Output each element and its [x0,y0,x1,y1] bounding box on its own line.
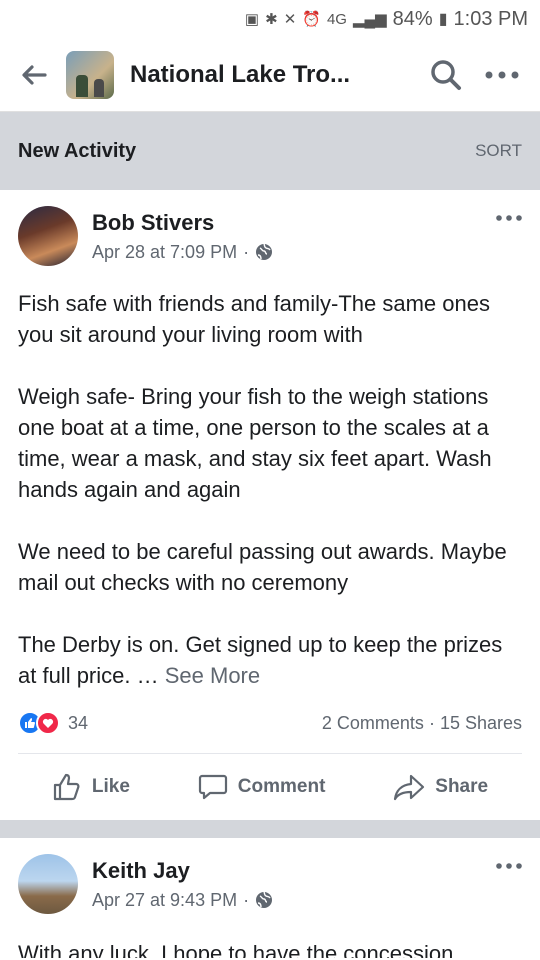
bluetooth-icon: ✱ [265,11,278,28]
sort-button[interactable]: SORT [475,141,522,161]
post-header: Keith Jay Apr 27 at 9:43 PM · [18,854,522,914]
post-actions: Like Comment Share [18,754,522,820]
thumbs-up-icon [53,773,80,801]
post-options-button[interactable] [496,856,522,874]
more-horizontal-icon [485,71,519,78]
group-title[interactable]: National Lake Tro... [130,61,410,89]
more-options-button[interactable] [482,55,522,95]
reaction-bar: 34 2 Comments · 15 Shares [18,711,522,754]
engagement-summary: 2 Comments · 15 Shares [322,713,522,734]
battery-icon: ▮ [438,11,448,28]
like-label: Like [91,776,130,797]
avatar[interactable] [18,854,78,914]
reaction-summary[interactable]: 34 [18,711,88,735]
post-timestamp[interactable]: Apr 28 at 7:09 PM [92,242,237,263]
post-timestamp[interactable]: Apr 27 at 9:43 PM [92,890,237,911]
more-horizontal-icon [496,215,522,221]
share-arrow-icon [394,774,425,801]
share-label: Share [435,776,489,797]
post-paragraph: Weigh safe- Bring your fish to the weigh… [18,384,492,502]
comment-button[interactable]: Comment [198,773,326,801]
globe-icon [256,243,273,260]
post-paragraph-last: The Derby is on. Get signed up to keep t… [18,629,522,691]
share-button[interactable]: Share [393,773,488,801]
status-bar: ▣ ✱ ✕ ⏰ 4G ▂▄▆ 84% ▮ 1:03 PM [0,0,540,38]
battery-percent: 84% [392,7,433,30]
see-more-link[interactable]: See More [165,663,260,688]
separator-dot: · [428,712,440,733]
app-bar: National Lake Tro... [0,38,540,112]
shares-count[interactable]: 15 Shares [440,713,522,733]
post-paragraph: The Derby is on. Get signed up to keep t… [18,632,503,688]
mute-icon: ✕ [283,11,297,28]
arrow-left-icon [22,64,47,85]
like-button[interactable]: Like [52,772,130,802]
group-thumbnail[interactable] [66,50,114,99]
comment-label: Comment [237,776,326,797]
post-header: Bob Stivers Apr 28 at 7:09 PM · [18,206,522,266]
section-title: New Activity [18,139,137,162]
post-paragraph: Fish safe with friends and family-The sa… [18,291,490,347]
status-icons: ▣ ✱ ✕ ⏰ 4G ▂▄▆ [244,10,387,29]
search-icon [431,59,461,90]
clock: 1:03 PM [453,7,528,30]
post-paragraph: We need to be careful passing out awards… [18,539,507,595]
post-text: Fish safe with friends and family-The sa… [18,288,522,691]
post-text-preview: With any luck, I hope to have the conces… [18,941,454,958]
new-activity-header: New Activity SORT [0,112,540,190]
search-button[interactable] [426,55,466,95]
reaction-count: 34 [68,712,89,733]
post-author[interactable]: Keith Jay [92,858,273,884]
post-divider [0,820,540,838]
globe-icon [256,891,273,908]
more-horizontal-icon [496,863,522,869]
notification-icon: ▣ [244,11,260,28]
post-card: Keith Jay Apr 27 at 9:43 PM · With any l… [0,838,540,958]
signal-icon: ▂▄▆ [352,11,387,28]
network-type: 4G [326,10,347,28]
avatar[interactable] [18,206,78,266]
separator-dot: · [243,241,250,262]
alarm-icon: ⏰ [302,11,321,28]
comment-icon [198,774,227,800]
separator-dot: · [243,889,250,910]
love-reaction-icon [36,711,60,735]
back-button[interactable] [18,64,50,86]
comments-count[interactable]: 2 Comments [322,713,424,733]
post-card: Bob Stivers Apr 28 at 7:09 PM · Fish saf… [0,190,540,820]
post-options-button[interactable] [496,208,522,226]
post-author[interactable]: Bob Stivers [92,210,273,236]
